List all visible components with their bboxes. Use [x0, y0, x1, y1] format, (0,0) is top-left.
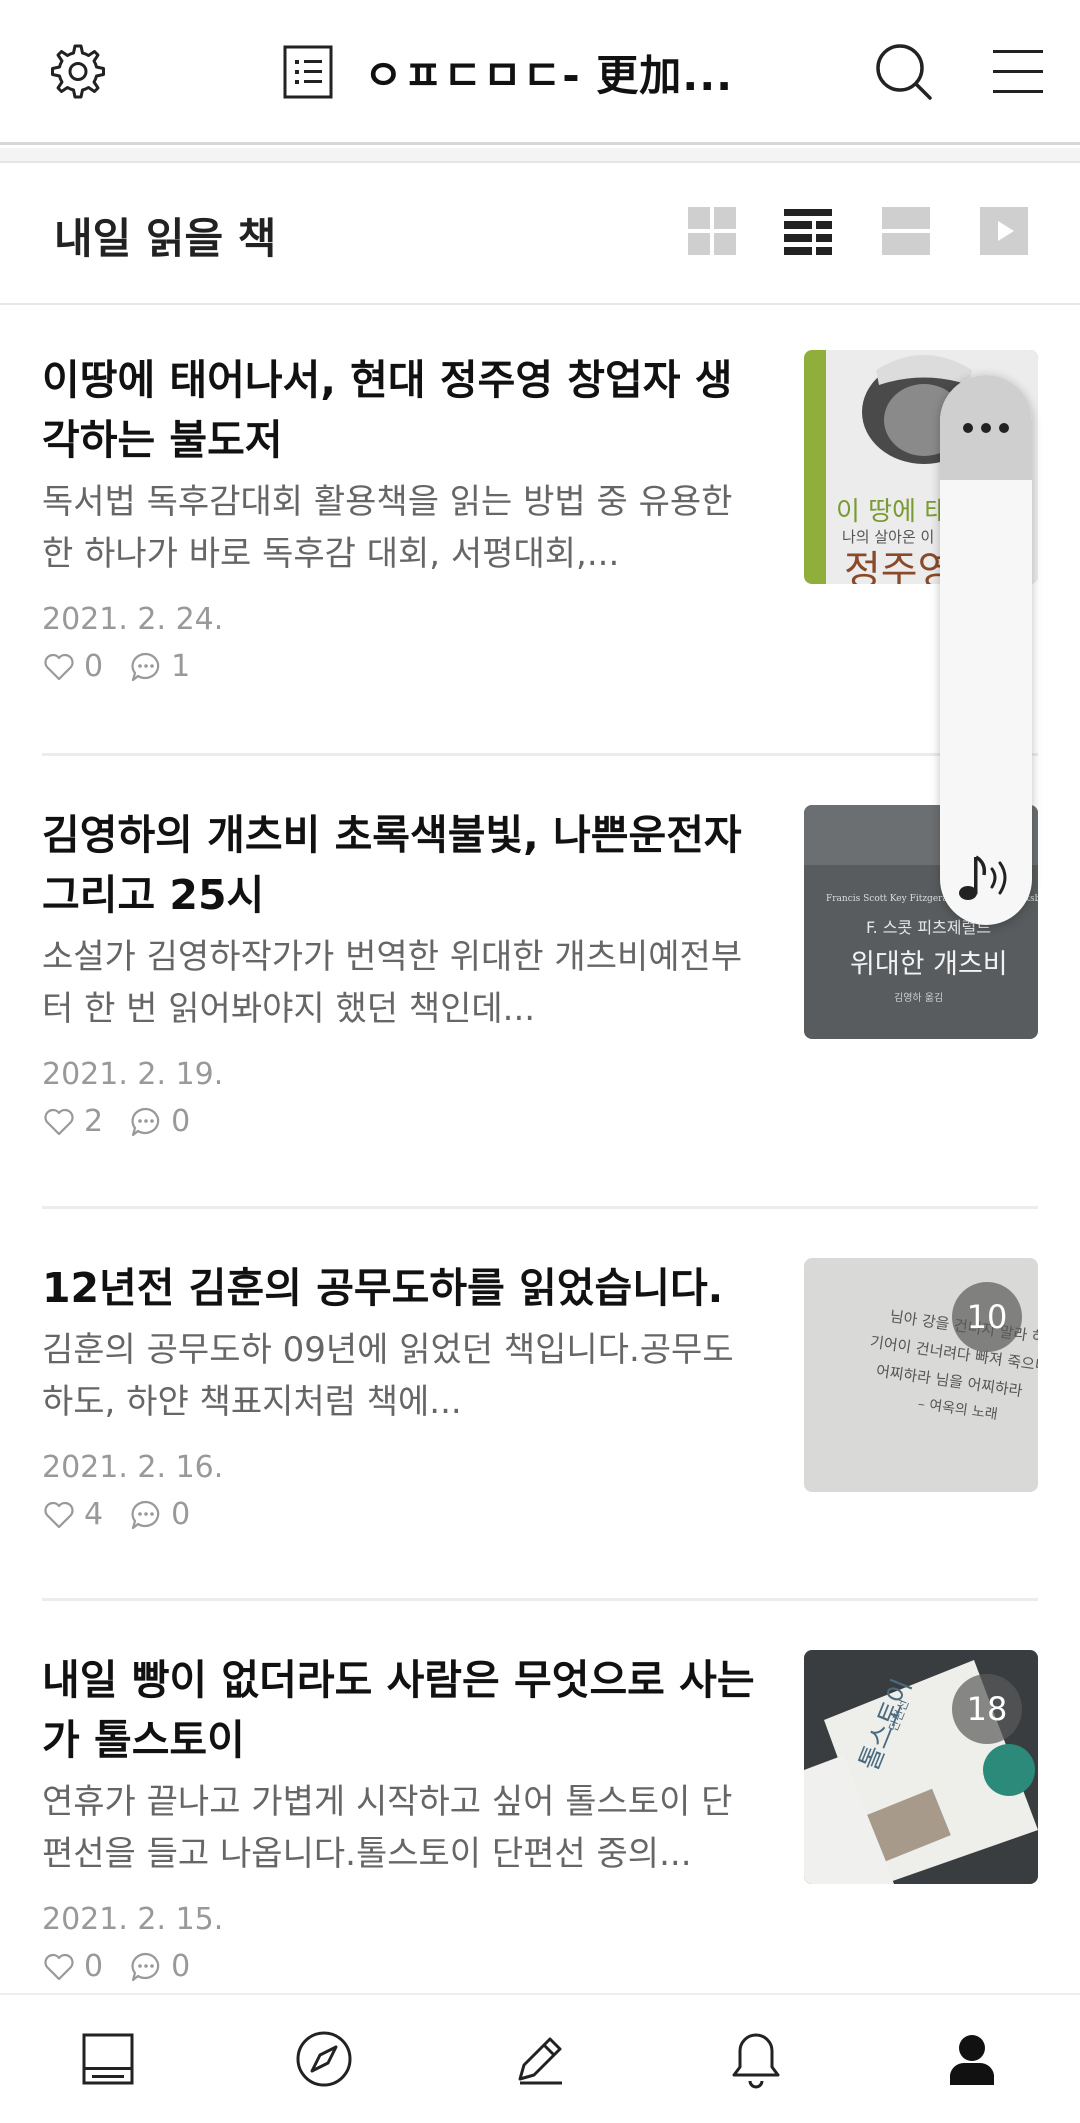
- heart-icon[interactable]: [42, 1105, 76, 1139]
- comment-icon[interactable]: [129, 650, 163, 684]
- image-count-badge: 10: [952, 1282, 1022, 1352]
- gear-icon: [51, 44, 105, 99]
- wide-view-button[interactable]: [880, 205, 932, 257]
- more-button[interactable]: [940, 375, 1032, 480]
- grid-view-icon: [688, 207, 736, 255]
- cover-title-line3: 위대한 개츠비: [850, 949, 1008, 980]
- nav-write[interactable]: [432, 1995, 648, 2123]
- post-item[interactable]: 12년전 김훈의 공무도하를 읽었습니다. 김훈의 공무도하 09년에 읽었던 …: [42, 1258, 1038, 1532]
- search-button[interactable]: [868, 36, 940, 108]
- comment-count: 0: [171, 1949, 191, 1984]
- post-snippet: 독서법 독후감대회 활용책을 읽는 방법 중 유용한 한 하나가 바로 독후감 …: [42, 482, 733, 574]
- comment-icon[interactable]: [129, 1105, 163, 1139]
- post-thumbnail[interactable]: 톨스토이 단편선 18: [804, 1650, 1038, 1884]
- nav-notifications[interactable]: [648, 1995, 864, 2123]
- feed-icon: [82, 2033, 134, 2085]
- slideshow-icon: [980, 207, 1028, 255]
- cover-title-line3: 정주영: [844, 548, 954, 584]
- comment-count: 0: [171, 1104, 191, 1139]
- like-count: 2: [84, 1104, 104, 1139]
- cover-title-line2: 나의 살아온 이: [842, 528, 934, 546]
- post-divider: [42, 753, 1038, 756]
- post-title[interactable]: 이땅에 태어나서, 현대 정주영 창업자 생각하는 불도저: [42, 350, 762, 470]
- top-app-bar: ㅇㅍㄷㅁㄷ- 更加...: [0, 0, 1080, 145]
- post-date: 2021. 2. 24.: [42, 602, 224, 637]
- settings-button[interactable]: [40, 36, 112, 108]
- cover-title-line4: 김영하 옮김: [894, 991, 943, 1004]
- more-dots-icon: [963, 422, 1009, 433]
- comment-icon[interactable]: [129, 1950, 163, 1984]
- post-meta: 2 0: [42, 1104, 1038, 1139]
- profile-icon: [950, 2035, 994, 2085]
- section-header: 내일 읽을 책: [0, 165, 1080, 305]
- heart-icon[interactable]: [42, 650, 76, 684]
- post-divider: [42, 1206, 1038, 1209]
- nav-profile[interactable]: [864, 1995, 1080, 2123]
- post-meta: 0 0: [42, 1949, 1038, 1984]
- like-count: 0: [84, 649, 104, 684]
- header-separator: [0, 148, 1080, 163]
- image-count-badge: 18: [952, 1674, 1022, 1744]
- list-view-button[interactable]: [782, 205, 834, 257]
- blog-title-text: ㅇㅍㄷㅁㄷ- 更加...: [364, 50, 734, 100]
- pencil-icon: [518, 2037, 562, 2085]
- post-date: 2021. 2. 15.: [42, 1902, 224, 1937]
- floating-audio-widget[interactable]: [940, 375, 1032, 925]
- post-meta: 0 1: [42, 649, 1038, 684]
- like-count: 4: [84, 1497, 104, 1532]
- post-divider: [42, 1598, 1038, 1601]
- comment-count: 0: [171, 1497, 191, 1532]
- search-icon: [876, 44, 932, 100]
- menu-button[interactable]: [982, 36, 1054, 108]
- post-date: 2021. 2. 19.: [42, 1057, 224, 1092]
- music-sound-icon[interactable]: [954, 845, 1018, 905]
- comment-icon[interactable]: [129, 1498, 163, 1532]
- heart-icon[interactable]: [42, 1950, 76, 1984]
- list-view-icon: [784, 209, 832, 255]
- post-snippet: 소설가 김영하작가가 번역한 위대한 개츠비예전부터 한 번 읽어봐야지 했던 …: [42, 937, 743, 1029]
- nav-feed[interactable]: [0, 1995, 216, 2123]
- heart-icon[interactable]: [42, 1498, 76, 1532]
- post-title[interactable]: 내일 빵이 없더라도 사람은 무엇으로 사는가 톨스토이: [42, 1650, 762, 1770]
- post-title[interactable]: 12년전 김훈의 공무도하를 읽었습니다.: [42, 1258, 762, 1318]
- post-item[interactable]: 이땅에 태어나서, 현대 정주영 창업자 생각하는 불도저 독서법 독후감대회 …: [42, 350, 1038, 684]
- post-item[interactable]: 내일 빵이 없더라도 사람은 무엇으로 사는가 톨스토이 연휴가 끝나고 가볍게…: [42, 1650, 1038, 1984]
- wide-view-icon: [882, 207, 930, 255]
- category-title: 내일 읽을 책: [54, 214, 277, 263]
- post-snippet: 연휴가 끝나고 가볍게 시작하고 싶어 톨스토이 단편선을 들고 나옵니다.톨스…: [42, 1782, 733, 1874]
- blog-title[interactable]: ㅇㅍㄷㅁㄷ- 更加...: [282, 44, 733, 100]
- compass-icon: [296, 2031, 352, 2087]
- bell-icon: [732, 2033, 780, 2089]
- nav-explore[interactable]: [216, 1995, 432, 2123]
- grid-view-button[interactable]: [686, 205, 738, 257]
- post-snippet: 김훈의 공무도하 09년에 읽었던 책입니다.공무도하도, 하얀 책표지처럼 책…: [42, 1330, 734, 1422]
- comment-count: 1: [171, 649, 191, 684]
- post-thumbnail[interactable]: 님아 강을 건너지 말라 하도 기어이 건너려다 빠져 죽으니 어찌하라 님을 …: [804, 1258, 1038, 1492]
- bottom-navigation: [0, 1993, 1080, 2123]
- post-title[interactable]: 김영하의 개츠비 초록색불빛, 나쁜운전자 그리고 25시: [42, 805, 762, 925]
- post-meta: 4 0: [42, 1497, 1038, 1532]
- like-count: 0: [84, 1949, 104, 1984]
- hamburger-menu-icon: [993, 50, 1043, 93]
- slideshow-view-button[interactable]: [978, 205, 1030, 257]
- post-item[interactable]: 김영하의 개츠비 초록색불빛, 나쁜운전자 그리고 25시 소설가 김영하작가가…: [42, 805, 1038, 1139]
- document-icon: [283, 45, 333, 99]
